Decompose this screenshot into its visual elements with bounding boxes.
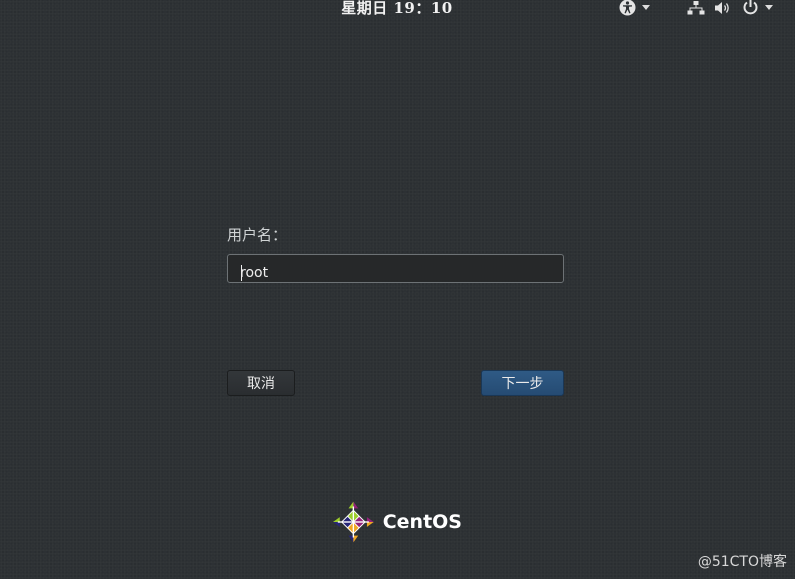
username-label: 用户名： [227, 226, 288, 244]
accessibility-menu[interactable] [619, 0, 650, 16]
watermark: @51CTO博客 [697, 554, 787, 570]
centos-logo-icon [332, 501, 374, 543]
centos-logo: CentOS [332, 499, 462, 545]
username-input[interactable]: root [227, 254, 564, 283]
logo-text: CentOS [382, 511, 462, 533]
network-icon [687, 0, 705, 14]
chevron-down-icon [642, 5, 650, 10]
login-form: 用户名： root 取消 下一步 [227, 224, 564, 396]
clock[interactable]: 星期日 19：10 [0, 0, 795, 18]
chevron-down-icon [765, 5, 773, 10]
power-icon [743, 0, 758, 15]
system-menu[interactable] [687, 0, 773, 15]
text-cursor [241, 265, 242, 281]
volume-icon [715, 1, 729, 14]
accessibility-icon [619, 0, 636, 16]
cancel-button[interactable]: 取消 [227, 370, 295, 396]
username-value: root [240, 265, 269, 281]
next-button[interactable]: 下一步 [481, 370, 564, 396]
top-bar: 星期日 19：10 [0, 0, 795, 18]
